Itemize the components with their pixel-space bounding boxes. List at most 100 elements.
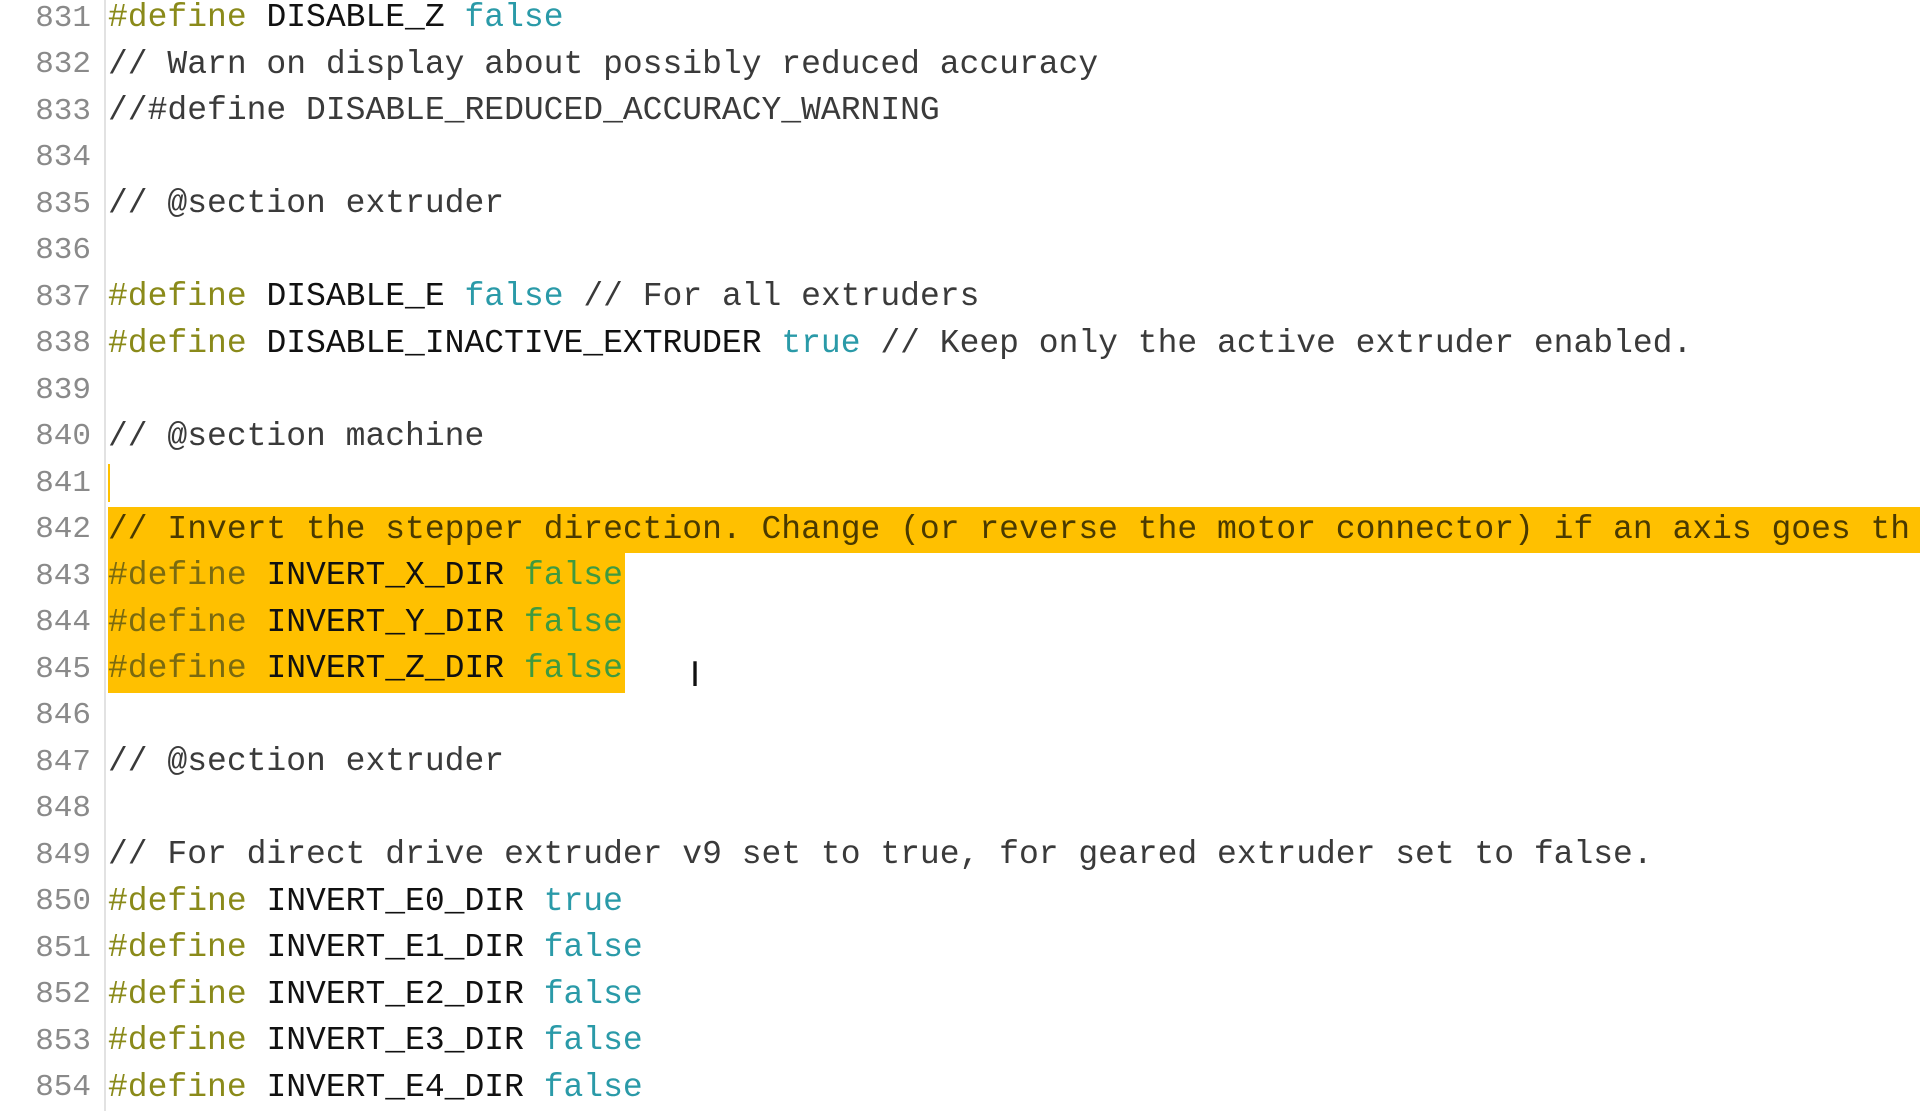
code-line[interactable]: 837#define DISABLE_E false // For all ex…	[0, 274, 1920, 321]
code-text[interactable]: #define INVERT_E1_DIR false	[108, 925, 643, 972]
code-line[interactable]: 847// @section extruder	[0, 739, 1920, 786]
code-line[interactable]: 838#define DISABLE_INACTIVE_EXTRUDER tru…	[0, 321, 1920, 368]
token-ident: DISABLE_E	[266, 278, 464, 315]
gutter-divider	[104, 274, 106, 321]
code-line[interactable]: 844#define INVERT_Y_DIR false	[0, 600, 1920, 647]
code-line[interactable]: 836	[0, 228, 1920, 275]
code-line[interactable]: 842// Invert the stepper direction. Chan…	[0, 507, 1920, 554]
token-comment: // @section machine	[108, 418, 484, 455]
line-number: 854	[0, 1070, 101, 1105]
gutter-divider	[104, 1018, 106, 1065]
code-text[interactable]: // Warn on display about possibly reduce…	[108, 42, 1098, 89]
token-define: #define	[108, 278, 266, 315]
token-define: #define	[108, 325, 266, 362]
line-number: 843	[0, 559, 101, 594]
code-line[interactable]: 843#define INVERT_X_DIR false	[0, 553, 1920, 600]
line-number: 850	[0, 884, 101, 919]
code-text[interactable]: // @section machine	[108, 414, 484, 461]
token-comment: // @section extruder	[108, 185, 504, 222]
code-line[interactable]: 852#define INVERT_E2_DIR false	[0, 972, 1920, 1019]
code-text[interactable]: #define DISABLE_INACTIVE_EXTRUDER true /…	[108, 321, 1692, 368]
token-bool: true	[544, 883, 623, 920]
line-number: 848	[0, 791, 101, 826]
token-comment: //#define DISABLE_REDUCED_ACCURACY_WARNI…	[108, 92, 940, 129]
code-line[interactable]: 853#define INVERT_E3_DIR false	[0, 1018, 1920, 1065]
gutter-divider	[104, 181, 106, 228]
line-number: 853	[0, 1024, 101, 1059]
token-bool: false	[544, 1022, 643, 1059]
code-text[interactable]: #define INVERT_E4_DIR false	[108, 1065, 643, 1111]
line-number: 835	[0, 187, 101, 222]
token-define: #define	[108, 1069, 266, 1106]
code-line[interactable]: 848	[0, 786, 1920, 833]
line-number: 836	[0, 233, 101, 268]
token-comment: // Invert the stepper direction. Change …	[108, 511, 1910, 548]
line-number: 845	[0, 652, 101, 687]
code-line[interactable]: 845#define INVERT_Z_DIR false	[0, 646, 1920, 693]
line-number: 842	[0, 512, 101, 547]
code-line[interactable]: 849// For direct drive extruder v9 set t…	[0, 832, 1920, 879]
code-text[interactable]: //#define DISABLE_REDUCED_ACCURACY_WARNI…	[108, 88, 940, 135]
gutter-divider	[104, 135, 106, 182]
code-text[interactable]: // Invert the stepper direction. Change …	[108, 507, 1910, 554]
code-text[interactable]: #define DISABLE_E false // For all extru…	[108, 274, 979, 321]
code-text[interactable]: #define INVERT_E2_DIR false	[108, 972, 643, 1019]
token-define: #define	[108, 650, 266, 687]
line-number: 844	[0, 605, 101, 640]
gutter-divider	[104, 321, 106, 368]
code-text[interactable]: #define INVERT_Y_DIR false	[108, 600, 623, 647]
code-line[interactable]: 846	[0, 693, 1920, 740]
gutter-divider	[104, 553, 106, 600]
token-define: #define	[108, 604, 266, 641]
token-bool: false	[464, 278, 563, 315]
token-comment: // Warn on display about possibly reduce…	[108, 46, 1098, 83]
code-text[interactable]: // @section extruder	[108, 181, 504, 228]
gutter-divider	[104, 786, 106, 833]
code-line[interactable]: 834	[0, 135, 1920, 182]
text-cursor-icon: I	[690, 655, 700, 695]
code-line[interactable]: 851#define INVERT_E1_DIR false	[0, 925, 1920, 972]
gutter-divider	[104, 879, 106, 926]
gutter-divider	[104, 42, 106, 89]
line-number: 841	[0, 466, 101, 501]
code-text[interactable]: // For direct drive extruder v9 set to t…	[108, 832, 1653, 879]
code-line[interactable]: 841	[0, 460, 1920, 507]
gutter-divider	[104, 646, 106, 693]
line-number: 839	[0, 373, 101, 408]
token-bool: false	[544, 1069, 643, 1106]
code-text[interactable]: #define DISABLE_Z false	[108, 0, 564, 42]
code-line[interactable]: 832// Warn on display about possibly red…	[0, 42, 1920, 89]
token-ident: INVERT_E3_DIR	[266, 1022, 543, 1059]
code-line[interactable]: 840// @section machine	[0, 414, 1920, 461]
code-line[interactable]: 854#define INVERT_E4_DIR false	[0, 1065, 1920, 1111]
token-ident: INVERT_E0_DIR	[266, 883, 543, 920]
gutter-divider	[104, 925, 106, 972]
token-define: #define	[108, 1022, 266, 1059]
line-number: 840	[0, 419, 101, 454]
gutter-divider	[104, 367, 106, 414]
code-line[interactable]: 835// @section extruder	[0, 181, 1920, 228]
token-bool: false	[544, 976, 643, 1013]
line-number: 832	[0, 47, 101, 82]
code-editor[interactable]: 831#define DISABLE_Z false832// Warn on …	[0, 0, 1920, 1111]
gutter-divider	[104, 1065, 106, 1111]
code-line[interactable]: 831#define DISABLE_Z false	[0, 0, 1920, 42]
code-text[interactable]: // @section extruder	[108, 739, 504, 786]
line-number: 831	[0, 1, 101, 36]
gutter-divider	[104, 228, 106, 275]
token-bool: false	[544, 929, 643, 966]
token-comment: // Keep only the active extruder enabled…	[861, 325, 1693, 362]
token-ident: DISABLE_INACTIVE_EXTRUDER	[266, 325, 781, 362]
line-number: 838	[0, 326, 101, 361]
token-ident: INVERT_Z_DIR	[266, 650, 523, 687]
token-comment: // @section extruder	[108, 743, 504, 780]
code-text[interactable]: #define INVERT_E3_DIR false	[108, 1018, 643, 1065]
code-line[interactable]: 833//#define DISABLE_REDUCED_ACCURACY_WA…	[0, 88, 1920, 135]
gutter-divider	[104, 832, 106, 879]
code-text[interactable]: #define INVERT_E0_DIR true	[108, 879, 623, 926]
code-line[interactable]: 839	[0, 367, 1920, 414]
code-text[interactable]: #define INVERT_X_DIR false	[108, 553, 623, 600]
code-line[interactable]: 850#define INVERT_E0_DIR true	[0, 879, 1920, 926]
code-text[interactable]: #define INVERT_Z_DIR false	[108, 646, 623, 693]
line-number: 852	[0, 977, 101, 1012]
